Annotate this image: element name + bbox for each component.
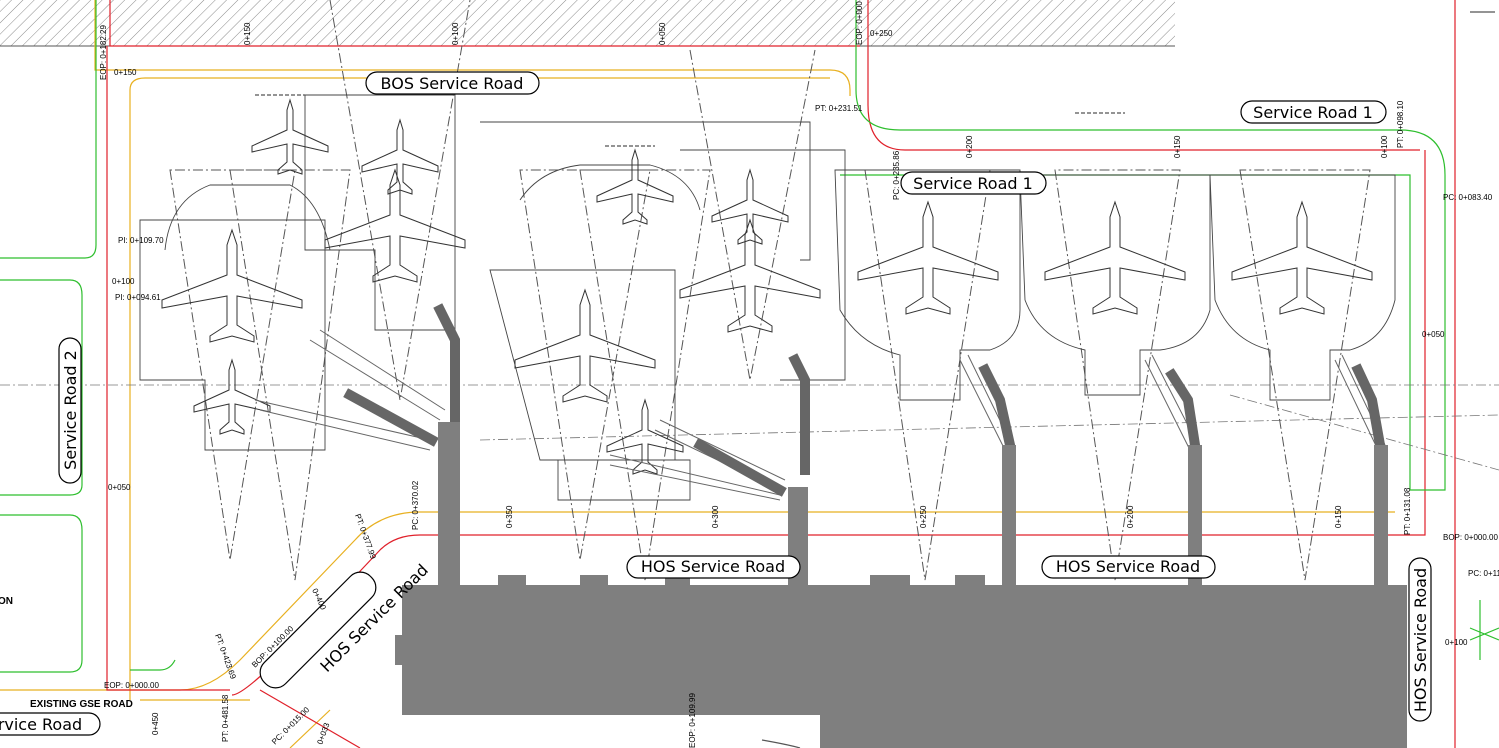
station-label: 0+150	[1173, 135, 1182, 158]
aircraft-icon	[1044, 201, 1186, 315]
station-label: PC: 0+083.40	[1443, 193, 1493, 202]
hos-service-road-right-label: HOS Service Road	[1056, 557, 1200, 576]
station-label: 0+100	[112, 277, 135, 286]
station-label: BOP: 0+000.00	[1443, 533, 1498, 542]
left-cut-label: ON	[0, 596, 13, 607]
hos-service-road-vertical-label: HOS Service Road	[1411, 568, 1430, 712]
station-label: EOP: 0+000.00	[104, 681, 159, 690]
station-label: 0+100	[1445, 638, 1468, 647]
station-label: PT: 0+131.08	[1403, 487, 1412, 535]
station-label: 0+150	[1334, 505, 1343, 528]
station-label: EOP: 0+182.29	[99, 25, 108, 80]
existing-gse-road-label: EXISTING GSE ROAD	[30, 699, 133, 710]
bridge-tunnels	[254, 329, 1386, 501]
aircraft-icon	[679, 219, 821, 333]
station-label: 0+450	[151, 712, 160, 735]
station-label: PI: 0+094.61	[115, 293, 161, 302]
station-label: 0+350	[505, 505, 514, 528]
airport-apron-plan: BOS Service Road Service Road 1 Service …	[0, 0, 1499, 748]
service-road-1-top-label: Service Road 1	[1253, 103, 1373, 122]
station-label: PC: 0+11	[1468, 569, 1499, 578]
hos-service-road-center-label: HOS Service Road	[641, 557, 785, 576]
bos-service-road-label: BOS Service Road	[381, 74, 524, 93]
station-label: 0+150	[114, 68, 137, 77]
aircraft-icon	[596, 149, 674, 225]
station-label: 0+200	[965, 135, 974, 158]
station-label: 0+100	[1380, 135, 1389, 158]
station-label: PT: 0+377.99	[353, 513, 378, 561]
station-label: PT: 0+423.69	[213, 633, 238, 681]
station-label: PT: 0+481.58	[221, 694, 230, 742]
station-label: 0+300	[711, 505, 720, 528]
station-label: 0+050	[1422, 330, 1445, 339]
station-label: PT: 0+231.51	[815, 104, 863, 113]
aircraft-icon	[857, 201, 999, 315]
station-label: PC: 0+015.00	[270, 705, 312, 747]
station-label: PT: 0+098.10	[1396, 100, 1405, 148]
aircraft-icon	[1231, 201, 1373, 315]
aircraft-icon	[161, 229, 303, 343]
station-label: 0+250	[870, 29, 893, 38]
service-road-1-mid-label: Service Road 1	[913, 174, 1033, 193]
service-road-bottom-left-label: rvice Road	[0, 715, 82, 734]
boarding-bridges	[343, 303, 1386, 497]
gate-boundaries	[139, 94, 1396, 501]
station-label: 0+150	[243, 22, 252, 45]
aircraft-icon	[324, 169, 466, 283]
existing-building-hatch	[0, 0, 1175, 46]
station-label: EOP: 0+109.99	[688, 693, 697, 748]
station-label: 0+400	[310, 587, 328, 612]
station-label: PI: 0+109.70	[118, 236, 164, 245]
station-label: 0+050	[108, 483, 131, 492]
station-label: 0+250	[919, 505, 928, 528]
aircraft-icon	[251, 99, 329, 175]
service-road-2-label: Service Road 2	[61, 350, 80, 470]
station-label: 0+200	[1126, 505, 1135, 528]
aircraft-icon	[361, 119, 439, 195]
station-label: 0+100	[451, 22, 460, 45]
centerlines	[0, 384, 1499, 471]
station-label: PC: 0+370.02	[411, 480, 420, 530]
station-label: EOP: 0+000	[855, 1, 864, 45]
station-label: 0+050	[658, 22, 667, 45]
station-label: 0+033	[315, 721, 331, 746]
station-label: PC: 0+235.86	[892, 150, 901, 200]
terminal-building[interactable]	[395, 422, 1407, 748]
